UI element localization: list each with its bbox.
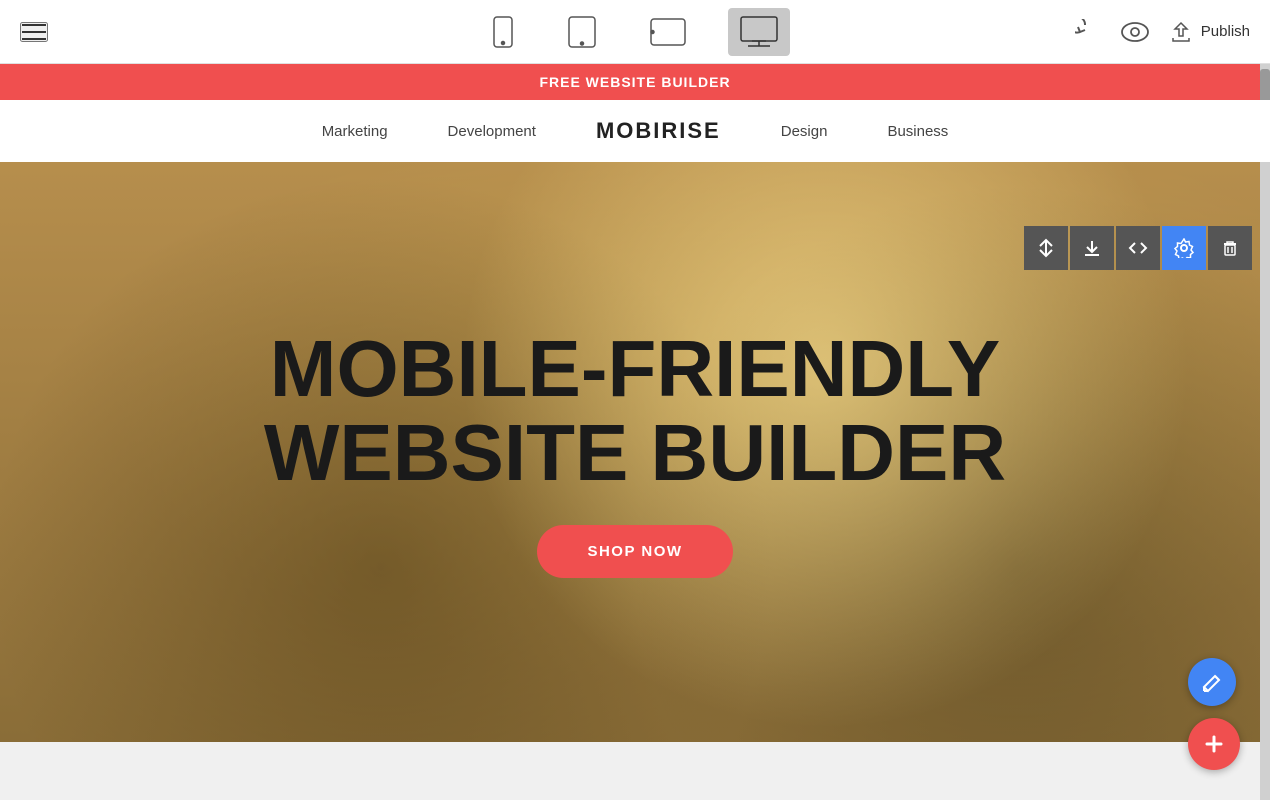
fab-add-button[interactable] (1188, 718, 1240, 770)
hero-title: MOBILE-FRIENDLY WEBSITE BUILDER (264, 327, 1006, 495)
nav-brand: MOBIRISE (596, 118, 721, 144)
block-download-button[interactable] (1070, 226, 1114, 270)
block-toolbar (1024, 226, 1252, 270)
hero-title-line2: WEBSITE BUILDER (264, 408, 1006, 497)
nav-link-design[interactable]: Design (781, 123, 828, 140)
block-move-button[interactable] (1024, 226, 1068, 270)
block-delete-button[interactable] (1208, 226, 1252, 270)
device-switcher (480, 8, 790, 56)
tablet-view-button[interactable] (556, 8, 608, 56)
preview-button[interactable] (1121, 22, 1149, 42)
nav-link-business[interactable]: Business (887, 123, 948, 140)
fab-edit-button[interactable] (1188, 658, 1236, 706)
block-code-button[interactable] (1116, 226, 1160, 270)
banner-text: FREE WEBSITE BUILDER (539, 74, 730, 90)
hero-title-line1: MOBILE-FRIENDLY (270, 324, 1000, 413)
website-content: FREE WEBSITE BUILDER Marketing Developme… (0, 64, 1270, 800)
hero-content: MOBILE-FRIENDLY WEBSITE BUILDER SHOP NOW (264, 327, 1006, 578)
nav-link-development[interactable]: Development (448, 123, 536, 140)
free-banner: FREE WEBSITE BUILDER (0, 64, 1270, 100)
desktop-view-button[interactable] (728, 8, 790, 56)
nav-link-marketing[interactable]: Marketing (322, 123, 388, 140)
tablet-landscape-button[interactable] (638, 10, 698, 54)
toolbar-left (0, 22, 48, 42)
block-settings-button[interactable] (1162, 226, 1206, 270)
toolbar-right: Publish (1075, 19, 1270, 45)
fab-container (1188, 658, 1240, 770)
scrollbar[interactable] (1260, 64, 1270, 800)
publish-button[interactable]: Publish (1169, 20, 1250, 44)
menu-button[interactable] (20, 22, 48, 42)
mobile-view-button[interactable] (480, 8, 526, 56)
shop-now-button[interactable]: SHOP NOW (537, 525, 732, 578)
top-toolbar: Publish (0, 0, 1270, 64)
publish-label: Publish (1201, 23, 1250, 40)
undo-button[interactable] (1075, 19, 1101, 45)
site-nav: Marketing Development MOBIRISE Design Bu… (0, 100, 1270, 162)
